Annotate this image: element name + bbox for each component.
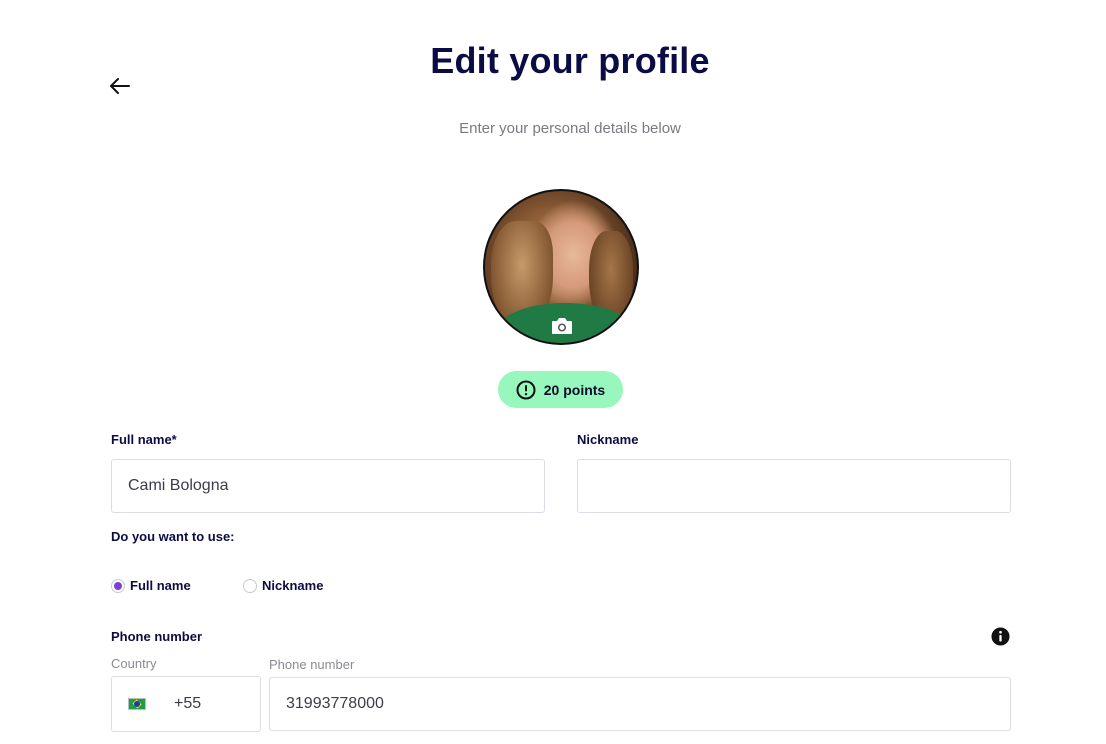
brazil-flag-icon [128, 698, 146, 710]
points-label: 20 points [543, 381, 606, 398]
page-title: Edit your profile [430, 40, 710, 81]
phone-number-field-label: Phone number [269, 657, 355, 672]
country-code: +55 [174, 695, 202, 712]
phone-number-value: 31993778000 [286, 695, 384, 712]
avatar[interactable] [483, 189, 639, 345]
radio-nickname-label: Nickname [262, 578, 324, 593]
exclamation-circle-icon [516, 380, 536, 399]
radio-full-name-label: Full name [130, 578, 191, 593]
points-badge: 20 points [498, 371, 623, 408]
info-icon[interactable] [991, 627, 1010, 646]
radio-button[interactable] [243, 578, 257, 593]
nickname-label: Nickname [577, 432, 639, 447]
full-name-label: Full name* [111, 432, 177, 447]
nickname-input[interactable] [577, 459, 1011, 513]
radio-button-checked[interactable] [111, 578, 125, 593]
radio-full-name[interactable]: Full name [111, 578, 191, 593]
country-select[interactable]: +55 [111, 676, 261, 732]
use-question-label: Do you want to use: [111, 529, 235, 544]
radio-nickname[interactable]: Nickname [243, 578, 323, 593]
edit-profile-page: Edit your profile Enter your personal de… [0, 0, 1106, 744]
full-name-value: Cami Bologna [128, 477, 229, 494]
page-subtitle: Enter your personal details below [459, 120, 681, 137]
full-name-input[interactable]: Cami Bologna [111, 459, 545, 513]
camera-icon[interactable] [551, 317, 573, 335]
phone-number-input[interactable]: 31993778000 [269, 677, 1011, 731]
country-label: Country [111, 656, 157, 671]
phone-number-label: Phone number [111, 629, 203, 644]
